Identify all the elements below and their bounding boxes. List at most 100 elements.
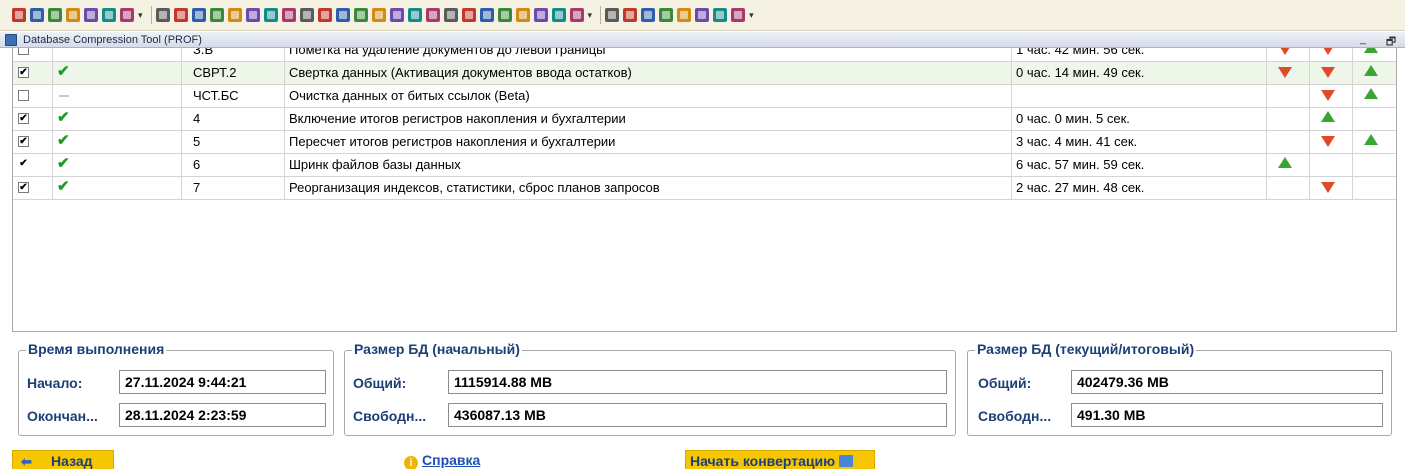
triangle-up-icon[interactable]: [1364, 65, 1378, 76]
arrow-cell[interactable]: [1267, 62, 1310, 84]
arrow-cell[interactable]: [1353, 62, 1396, 84]
arrow-cell[interactable]: [1353, 48, 1396, 61]
triangle-up-icon[interactable]: [1364, 88, 1378, 99]
triangle-up-icon[interactable]: [1364, 48, 1378, 53]
arrow-cell[interactable]: [1267, 85, 1310, 107]
db-red-icon[interactable]: [695, 8, 710, 22]
coins-icon[interactable]: [371, 8, 386, 22]
start-field[interactable]: 27.11.2024 9:44:21: [119, 370, 326, 394]
table-row[interactable]: ЧСТ.БС Очистка данных от битых ссылок (Be…: [13, 85, 1396, 108]
initial-free-field[interactable]: 436087.13 MB: [448, 403, 947, 427]
arrow-cell[interactable]: [1353, 85, 1396, 107]
arrow-cell[interactable]: [1310, 85, 1353, 107]
key-icon[interactable]: [209, 8, 224, 22]
arrow-cell[interactable]: [1310, 48, 1353, 61]
doc-blue-icon[interactable]: [281, 8, 296, 22]
table-row[interactable]: ✔ ✔ 6 Шринк файлов базы данных 6 час. 57 мин…: [13, 154, 1396, 177]
row-checkbox[interactable]: ✔: [18, 113, 29, 124]
db-green-icon[interactable]: [569, 8, 584, 22]
doc-table2-icon[interactable]: [623, 8, 638, 22]
arrow-cell[interactable]: [1353, 108, 1396, 130]
triangle-up-icon[interactable]: [1364, 134, 1378, 145]
checkbox-cell[interactable]: ✔: [13, 62, 53, 84]
doc-x-icon[interactable]: [533, 8, 548, 22]
doc-yellow-icon[interactable]: [479, 8, 494, 22]
initial-total-field[interactable]: 1115914.88 MB: [448, 370, 947, 394]
printer-setup-icon[interactable]: [66, 8, 80, 22]
sigma-icon[interactable]: [659, 8, 674, 22]
triangle-down-icon[interactable]: [1321, 90, 1335, 101]
current-free-field[interactable]: 491.30 MB: [1071, 403, 1383, 427]
row-checkbox[interactable]: ✔: [18, 159, 29, 170]
doc-list-icon[interactable]: [515, 8, 530, 22]
tool-icon[interactable]: [677, 8, 692, 22]
arrow-cell[interactable]: [1267, 154, 1310, 176]
checkbox-cell[interactable]: ✔: [13, 108, 53, 130]
arrow-cell[interactable]: [1310, 154, 1353, 176]
factory-icon[interactable]: [227, 8, 242, 22]
doc-export-icon[interactable]: [425, 8, 440, 22]
arrow-cell[interactable]: [1267, 177, 1310, 199]
arrow-cell[interactable]: [1267, 108, 1310, 130]
hammer-icon[interactable]: [245, 8, 260, 22]
arrow-cell[interactable]: [1267, 48, 1310, 61]
arrow-cell[interactable]: [1353, 177, 1396, 199]
row-checkbox[interactable]: ✔: [18, 67, 29, 78]
printer-icon[interactable]: [30, 8, 44, 22]
doc-green-icon[interactable]: [461, 8, 476, 22]
triangle-down-icon[interactable]: [1321, 48, 1335, 55]
triangle-up-icon[interactable]: [1321, 111, 1335, 122]
triangle-down-icon[interactable]: [1278, 48, 1292, 55]
pencil-check-icon[interactable]: [731, 8, 746, 22]
table-row[interactable]: ✔ ✔ 7 Реорганизация индексов, статистики, с…: [13, 177, 1396, 200]
db-blue-icon[interactable]: [713, 8, 728, 22]
calculator-icon[interactable]: [102, 8, 116, 22]
gear-yellow-icon[interactable]: [173, 8, 188, 22]
net-icon[interactable]: [551, 8, 566, 22]
triangle-down-icon[interactable]: [1321, 67, 1335, 78]
doc-check-icon[interactable]: [497, 8, 512, 22]
gear-red-icon[interactable]: [155, 8, 170, 22]
arrow-cell[interactable]: [1310, 131, 1353, 153]
end-field[interactable]: 28.11.2024 2:23:59: [119, 403, 326, 427]
arrow-cell[interactable]: [1353, 131, 1396, 153]
gear-blue-icon[interactable]: [191, 8, 206, 22]
triangle-down-icon[interactable]: [1321, 136, 1335, 147]
start-conversion-button[interactable]: Начать конвертацию: [685, 450, 875, 469]
doc-table3-icon[interactable]: [641, 8, 656, 22]
doc-table-icon[interactable]: [605, 8, 620, 22]
sort-red-icon[interactable]: [299, 8, 314, 22]
arrow-cell[interactable]: [1310, 62, 1353, 84]
brush-icon[interactable]: [263, 8, 278, 22]
triangle-up-icon[interactable]: [1278, 157, 1292, 168]
table-row[interactable]: ✔ ✔ 4 Включение итогов регистров накопления…: [13, 108, 1396, 131]
current-total-field[interactable]: 402479.36 MB: [1071, 370, 1383, 394]
arrow-cell[interactable]: [1310, 177, 1353, 199]
minimize-button[interactable]: _: [1356, 33, 1370, 45]
refresh-icon[interactable]: [443, 8, 458, 22]
sort-down-icon[interactable]: [407, 8, 422, 22]
arrow-cell[interactable]: [1310, 108, 1353, 130]
checkbox-cell[interactable]: ✔: [13, 154, 53, 176]
book-icon[interactable]: [12, 8, 26, 22]
help-link[interactable]: i Справка: [404, 452, 480, 469]
row-checkbox[interactable]: ✔: [18, 136, 29, 147]
arrow-cell[interactable]: [1353, 154, 1396, 176]
table-row[interactable]: ✔ ✔ СВРТ.2 Свертка данных (Активация докуме…: [13, 62, 1396, 85]
printer-preview-icon[interactable]: [48, 8, 62, 22]
checkbox-cell[interactable]: [13, 85, 53, 107]
checkbox-cell[interactable]: ✔: [13, 177, 53, 199]
checkbox-cell[interactable]: [13, 48, 53, 61]
operations-table[interactable]: З.В Пометка на удаление документов до лев…: [12, 48, 1397, 332]
toolbar-dropdown-1[interactable]: ▾: [138, 10, 143, 21]
sort-up-icon[interactable]: [353, 8, 368, 22]
ledger-icon[interactable]: [389, 8, 404, 22]
table-row[interactable]: ✔ ✔ 5 Пересчет итогов регистров накопления …: [13, 131, 1396, 154]
table-row[interactable]: З.В Пометка на удаление документов до лев…: [13, 48, 1396, 62]
checkbox-cell[interactable]: ✔: [13, 131, 53, 153]
chart-icon[interactable]: [120, 8, 134, 22]
row-checkbox[interactable]: [18, 48, 29, 55]
row-checkbox[interactable]: [18, 90, 29, 101]
back-button[interactable]: ⬅ Назад: [12, 450, 114, 469]
toolbar-dropdown-3[interactable]: ▾: [749, 10, 754, 21]
